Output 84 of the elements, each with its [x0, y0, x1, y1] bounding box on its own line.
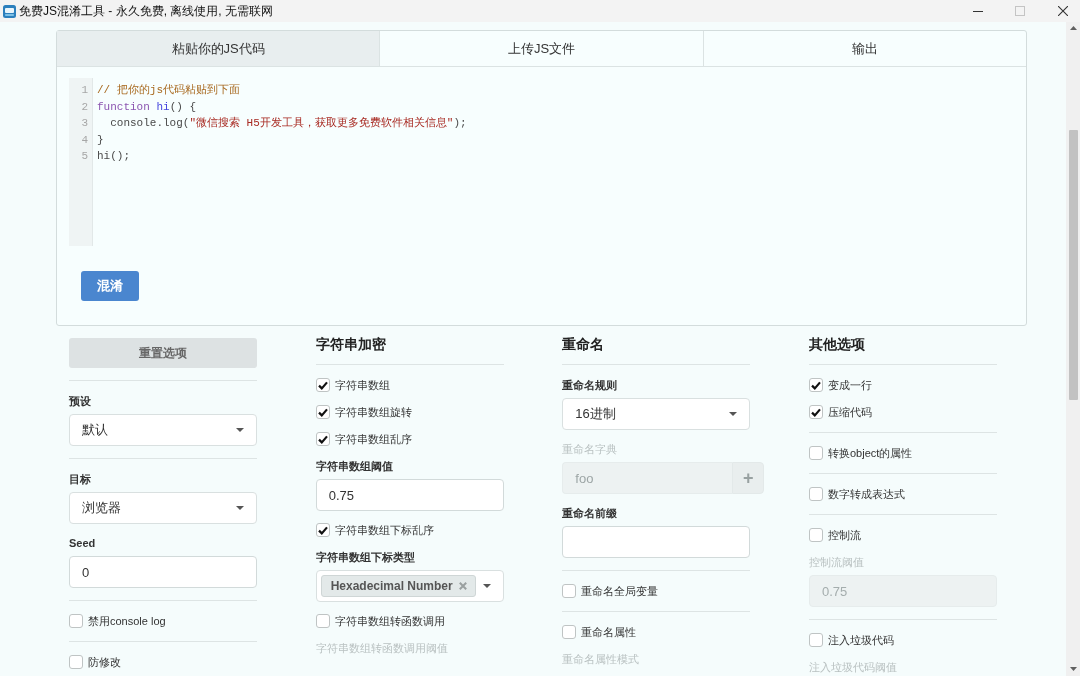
- field-label: 目标: [69, 472, 92, 487]
- checkbox[interactable]: [315, 405, 330, 419]
- text-field[interactable]: 0.75: [315, 479, 504, 511]
- maximize-icon[interactable]: [1015, 6, 1025, 16]
- field-label: 重命名前缀: [562, 506, 619, 521]
- caret-down-icon: [729, 412, 738, 416]
- select-dropdown[interactable]: 16进制: [562, 398, 751, 430]
- tab[interactable]: 输出: [703, 31, 1026, 66]
- scrollbar-thumb[interactable]: [1068, 130, 1078, 400]
- checkbox[interactable]: [808, 378, 823, 392]
- checkbox[interactable]: [808, 633, 823, 647]
- line-number: 5: [81, 149, 89, 164]
- checkmark-icon: [810, 407, 821, 417]
- checkbox-label: 字符串数组旋转: [334, 404, 412, 420]
- text-field[interactable]: 0: [69, 556, 257, 588]
- field-label: 预设: [69, 394, 92, 409]
- checkbox[interactable]: [315, 432, 330, 446]
- checkbox-label: 字符串数组转函数调用: [334, 613, 445, 629]
- checkbox[interactable]: [315, 378, 330, 392]
- window-title: 免费JS混淆工具 - 永久免费, 离线使用, 无需联网: [19, 2, 273, 20]
- checkbox[interactable]: [562, 584, 577, 598]
- checkbox-label: 重命名全局变量: [581, 583, 659, 599]
- checkbox-label: 转换object的属性: [827, 445, 913, 461]
- checkbox-label: 数字转成表达式: [827, 486, 905, 502]
- checkmark-icon: [317, 434, 328, 444]
- checkbox-label: 控制流: [827, 527, 861, 543]
- scroll-down-icon[interactable]: [1069, 667, 1077, 671]
- checkbox-label: 字符串数组乱序: [334, 431, 412, 447]
- checkmark-icon: [317, 525, 328, 535]
- code-line: // 把你的js代码粘贴到下面: [97, 83, 241, 98]
- caret-down-icon: [236, 506, 244, 510]
- remove-icon[interactable]: [458, 582, 467, 590]
- line-number: 3: [81, 116, 89, 131]
- close-icon[interactable]: [1058, 6, 1068, 16]
- checkbox[interactable]: [808, 528, 823, 542]
- checkbox-label: 禁用console log: [88, 613, 166, 629]
- code-line: console.log("微信搜索 H5开发工具，获取更多免费软件相关信息");: [109, 115, 467, 131]
- code-editor[interactable]: 1 2 3 4 5 // 把你的js代码粘贴到下面 function hi() { console.log("微信搜索 H5开发工具，获取更多免费软件相关信息"); } hi();: [69, 78, 1016, 246]
- tab[interactable]: 粘贴你的JS代码: [57, 31, 381, 66]
- select-dropdown[interactable]: 默认: [69, 414, 257, 446]
- line-number: 1: [81, 83, 89, 98]
- checkbox[interactable]: [562, 625, 577, 639]
- checkbox[interactable]: [315, 523, 330, 537]
- field-label: 字符串数组阈值: [315, 459, 394, 474]
- checkmark-icon: [810, 380, 821, 390]
- section-heading: 其他选项: [808, 334, 997, 365]
- checkbox[interactable]: [808, 487, 823, 501]
- line-number: 2: [81, 99, 89, 115]
- obfuscate-button[interactable]: 混淆: [81, 271, 139, 301]
- checkbox-label: 压缩代码: [827, 404, 872, 420]
- checkbox[interactable]: [315, 614, 330, 628]
- caret-down-icon: [236, 428, 244, 432]
- checkmark-icon: [317, 380, 328, 390]
- reset-button[interactable]: 重置选项: [69, 338, 257, 368]
- checkbox-label: 字符串数组: [334, 377, 390, 393]
- checkbox[interactable]: [69, 655, 83, 669]
- section-heading: 字符串加密: [315, 334, 504, 365]
- scroll-up-icon[interactable]: [1069, 26, 1077, 30]
- multi-select[interactable]: Hexadecimal Number: [315, 570, 504, 602]
- code-line: }: [97, 132, 105, 148]
- section-heading: 重命名: [562, 334, 751, 365]
- field-label: 字符串数组下标类型: [315, 550, 416, 565]
- checkbox[interactable]: [69, 614, 83, 628]
- field-label: 重命名规则: [562, 378, 619, 393]
- checkbox-label: 防修改: [88, 654, 121, 670]
- scrollbar[interactable]: [1066, 22, 1080, 676]
- selected-tag[interactable]: Hexadecimal Number: [320, 575, 476, 597]
- code-line: function hi() {: [97, 99, 198, 115]
- checkbox[interactable]: [808, 405, 823, 419]
- code-line: hi();: [97, 149, 131, 164]
- app-icon: [3, 4, 16, 18]
- text-field[interactable]: [562, 526, 751, 558]
- checkbox[interactable]: [808, 446, 823, 460]
- checkmark-icon: [317, 407, 328, 417]
- tab[interactable]: 上传JS文件: [380, 31, 704, 66]
- checkbox-label: 注入垃圾代码: [827, 632, 894, 648]
- checkbox-label: 变成一行: [827, 377, 872, 393]
- checkbox-label: 字符串数组下标乱序: [334, 522, 434, 538]
- select-dropdown[interactable]: 浏览器: [69, 492, 257, 524]
- checkbox-label: 重命名属性: [581, 624, 637, 640]
- minimize-icon[interactable]: [973, 10, 983, 12]
- caret-down-icon: [482, 584, 491, 588]
- line-number: 4: [81, 132, 89, 148]
- field-label: Seed: [69, 536, 97, 551]
